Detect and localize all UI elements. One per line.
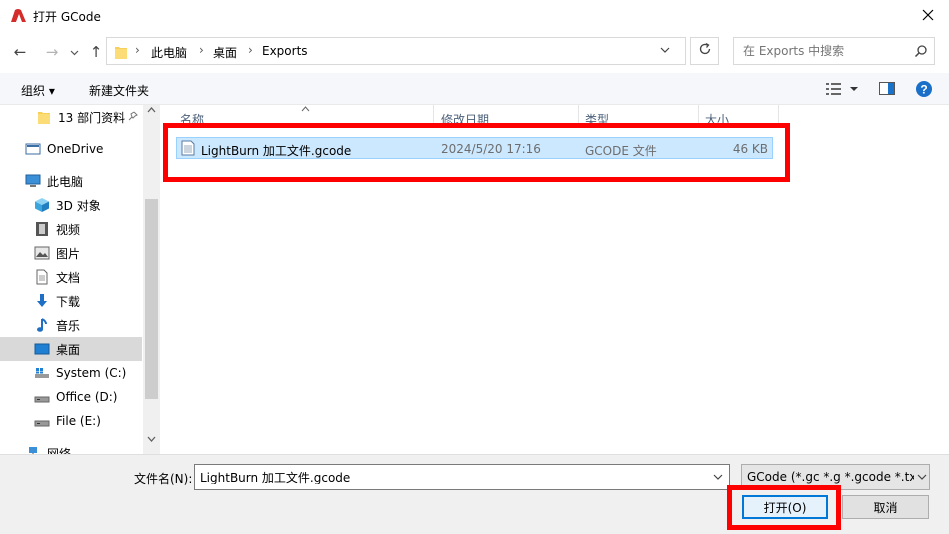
nav-item-music[interactable]: 音乐 bbox=[0, 313, 142, 337]
breadcrumb-separator: › bbox=[199, 43, 204, 57]
nav-item-label: 此电脑 bbox=[47, 174, 84, 189]
search-input[interactable] bbox=[743, 44, 903, 58]
nav-item-office-d[interactable]: Office (D:) bbox=[0, 385, 142, 409]
nav-item-label: System (C:) bbox=[56, 366, 127, 380]
refresh-button[interactable] bbox=[690, 37, 719, 65]
sort-ascending-icon bbox=[301, 105, 310, 115]
nav-item-label: 视频 bbox=[56, 222, 81, 237]
desktop-icon bbox=[34, 341, 50, 357]
nav-item-pictures[interactable]: 图片 bbox=[0, 241, 142, 265]
nav-item-videos[interactable]: 视频 bbox=[0, 217, 142, 241]
address-bar[interactable]: › 此电脑 › 桌面 › Exports bbox=[106, 37, 686, 65]
scroll-up-icon[interactable] bbox=[147, 106, 156, 117]
filename-combobox[interactable] bbox=[194, 464, 730, 490]
command-toolbar: 组织 ▾ 新建文件夹 ? bbox=[0, 73, 949, 105]
back-button[interactable]: ← bbox=[10, 42, 30, 62]
close-button[interactable] bbox=[906, 0, 949, 32]
breadcrumb-separator: › bbox=[135, 43, 140, 57]
nav-item-department-files[interactable]: 13 部门资料 bbox=[0, 105, 142, 129]
organize-menu[interactable]: 组织 ▾ bbox=[21, 82, 55, 99]
documents-icon bbox=[34, 269, 50, 285]
breadcrumb-exports[interactable]: Exports bbox=[262, 44, 308, 58]
drive-icon bbox=[34, 413, 50, 429]
annotation-highlight-file bbox=[163, 123, 790, 182]
search-box[interactable] bbox=[733, 37, 935, 65]
nav-scrollbar-thumb[interactable] bbox=[145, 199, 158, 399]
nav-item-label: Office (D:) bbox=[56, 390, 118, 404]
new-folder-button[interactable]: 新建文件夹 bbox=[89, 82, 149, 99]
chevron-down-icon bbox=[70, 46, 79, 59]
nav-item-this-pc[interactable]: 此电脑 bbox=[0, 169, 142, 193]
onedrive-icon bbox=[25, 141, 41, 157]
filename-input[interactable] bbox=[200, 470, 700, 484]
navigation-pane: 13 部门资料 OneDrive 此电脑 3D 对象 视频 图片 文档 下载 音… bbox=[0, 105, 160, 454]
nav-item-label: 文档 bbox=[56, 270, 81, 285]
computer-icon bbox=[25, 173, 41, 189]
refresh-icon bbox=[698, 42, 712, 60]
folder-icon bbox=[36, 109, 52, 125]
network-icon bbox=[25, 445, 41, 454]
nav-item-label: File (E:) bbox=[56, 414, 101, 428]
nav-item-label: OneDrive bbox=[47, 142, 104, 156]
folder-icon bbox=[114, 44, 128, 59]
window-title: 打开 GCode bbox=[33, 10, 101, 24]
music-icon bbox=[34, 317, 50, 333]
nav-item-label: 网络 bbox=[47, 446, 72, 455]
annotation-highlight-open bbox=[727, 485, 841, 530]
cancel-button[interactable]: 取消 bbox=[842, 495, 929, 519]
nav-item-label: 3D 对象 bbox=[56, 198, 101, 213]
nav-item-label: 桌面 bbox=[56, 342, 81, 357]
nav-item-label: 13 部门资料 bbox=[58, 110, 126, 125]
chevron-down-icon[interactable] bbox=[914, 470, 928, 487]
breadcrumb-this-pc[interactable]: 此电脑 bbox=[151, 44, 187, 61]
up-arrow-icon: ↑ bbox=[89, 43, 103, 61]
nav-item-onedrive[interactable]: OneDrive bbox=[0, 137, 142, 161]
back-arrow-icon: ← bbox=[13, 43, 27, 61]
drive-c-icon bbox=[34, 365, 50, 381]
search-icon[interactable] bbox=[914, 44, 928, 58]
up-button[interactable]: ↑ bbox=[86, 42, 106, 62]
breadcrumb-desktop[interactable]: 桌面 bbox=[213, 44, 237, 61]
nav-item-label: 音乐 bbox=[56, 318, 81, 333]
view-options-icon[interactable] bbox=[826, 82, 860, 99]
forward-arrow-icon: → bbox=[45, 43, 59, 61]
forward-button[interactable]: → bbox=[42, 42, 62, 62]
breadcrumb-separator: › bbox=[248, 43, 253, 57]
filename-label: 文件名(N): bbox=[134, 472, 193, 486]
cube-icon bbox=[34, 197, 50, 213]
pictures-icon bbox=[34, 245, 50, 261]
nav-item-system-c[interactable]: System (C:) bbox=[0, 361, 142, 385]
nav-item-label: 图片 bbox=[56, 246, 81, 261]
nav-item-documents[interactable]: 文档 bbox=[0, 265, 142, 289]
title-bar: 打开 GCode bbox=[0, 0, 949, 32]
chevron-down-icon[interactable] bbox=[713, 470, 723, 487]
nav-item-file-e[interactable]: File (E:) bbox=[0, 409, 142, 433]
scroll-down-icon[interactable] bbox=[147, 435, 156, 446]
chevron-down-icon[interactable] bbox=[660, 43, 670, 60]
svg-text:?: ? bbox=[920, 83, 927, 97]
help-icon[interactable]: ? bbox=[915, 80, 933, 101]
pin-icon bbox=[128, 110, 138, 124]
drive-icon bbox=[34, 389, 50, 405]
nav-item-desktop[interactable]: 桌面 bbox=[0, 337, 142, 361]
nav-scrollbar[interactable] bbox=[143, 105, 160, 454]
recent-locations-button[interactable] bbox=[64, 42, 84, 62]
nav-item-network[interactable]: 网络 bbox=[0, 441, 142, 454]
filetype-selected: GCode (*.gc *.g *.gcode *.txt bbox=[747, 470, 922, 484]
nav-item-downloads[interactable]: 下载 bbox=[0, 289, 142, 313]
nav-item-3d-objects[interactable]: 3D 对象 bbox=[0, 193, 142, 217]
close-icon bbox=[922, 9, 934, 24]
preview-pane-icon[interactable] bbox=[879, 82, 895, 99]
nav-item-label: 下载 bbox=[56, 294, 81, 309]
download-icon bbox=[34, 293, 50, 309]
lightburn-app-icon bbox=[10, 8, 27, 23]
video-icon bbox=[34, 221, 50, 237]
